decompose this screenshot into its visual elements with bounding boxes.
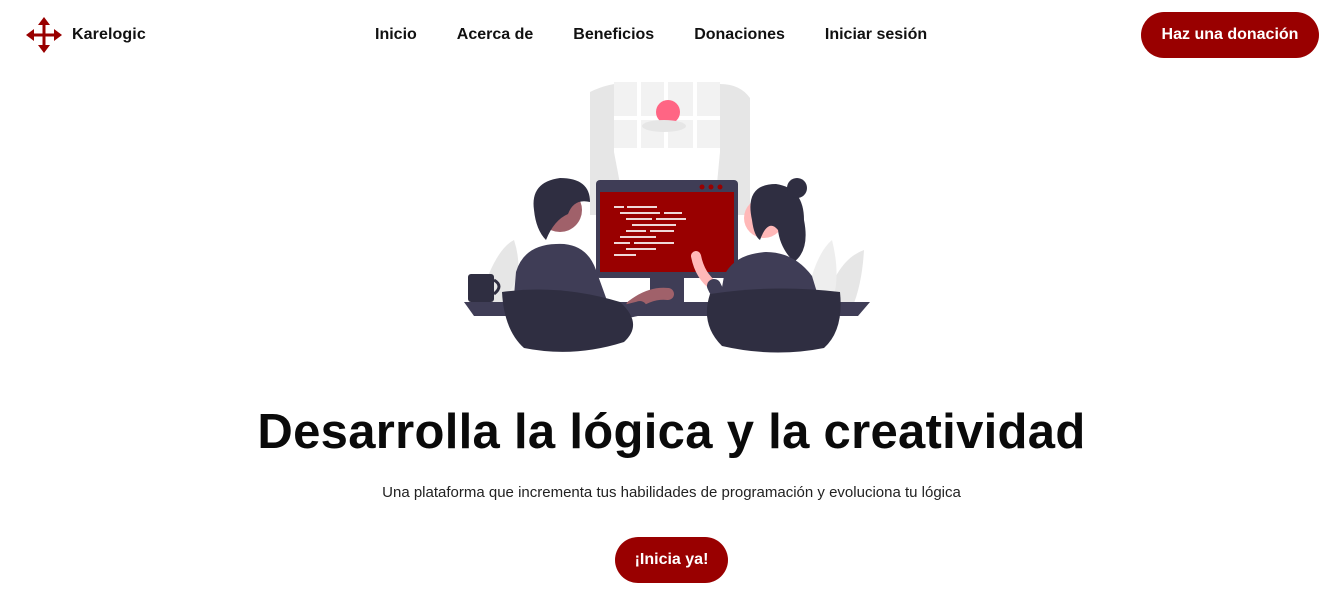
four-arrows-cross-icon <box>26 17 62 53</box>
landing-page: Karelogic Inicio Acerca de Beneficios Do… <box>0 0 1343 614</box>
hero-title: Desarrolla la lógica y la creatividad <box>257 405 1086 459</box>
nav-item-beneficios[interactable]: Beneficios <box>573 24 654 46</box>
nav-item-donaciones[interactable]: Donaciones <box>694 24 785 46</box>
hero-illustration <box>464 80 880 355</box>
brand-name: Karelogic <box>72 26 146 43</box>
main-nav: Inicio Acerca de Beneficios Donaciones I… <box>375 24 927 46</box>
donate-button[interactable]: Haz una donación <box>1141 12 1319 58</box>
nav-item-acerca-de[interactable]: Acerca de <box>457 24 534 46</box>
site-header: Karelogic Inicio Acerca de Beneficios Do… <box>0 0 1343 70</box>
nav-item-iniciar-sesion[interactable]: Iniciar sesión <box>825 24 927 46</box>
hero-subtitle: Una plataforma que incrementa tus habili… <box>382 484 961 501</box>
nav-item-inicio[interactable]: Inicio <box>375 24 417 46</box>
start-now-button[interactable]: ¡Inicia ya! <box>615 537 728 583</box>
brand-link[interactable]: Karelogic <box>26 17 146 53</box>
